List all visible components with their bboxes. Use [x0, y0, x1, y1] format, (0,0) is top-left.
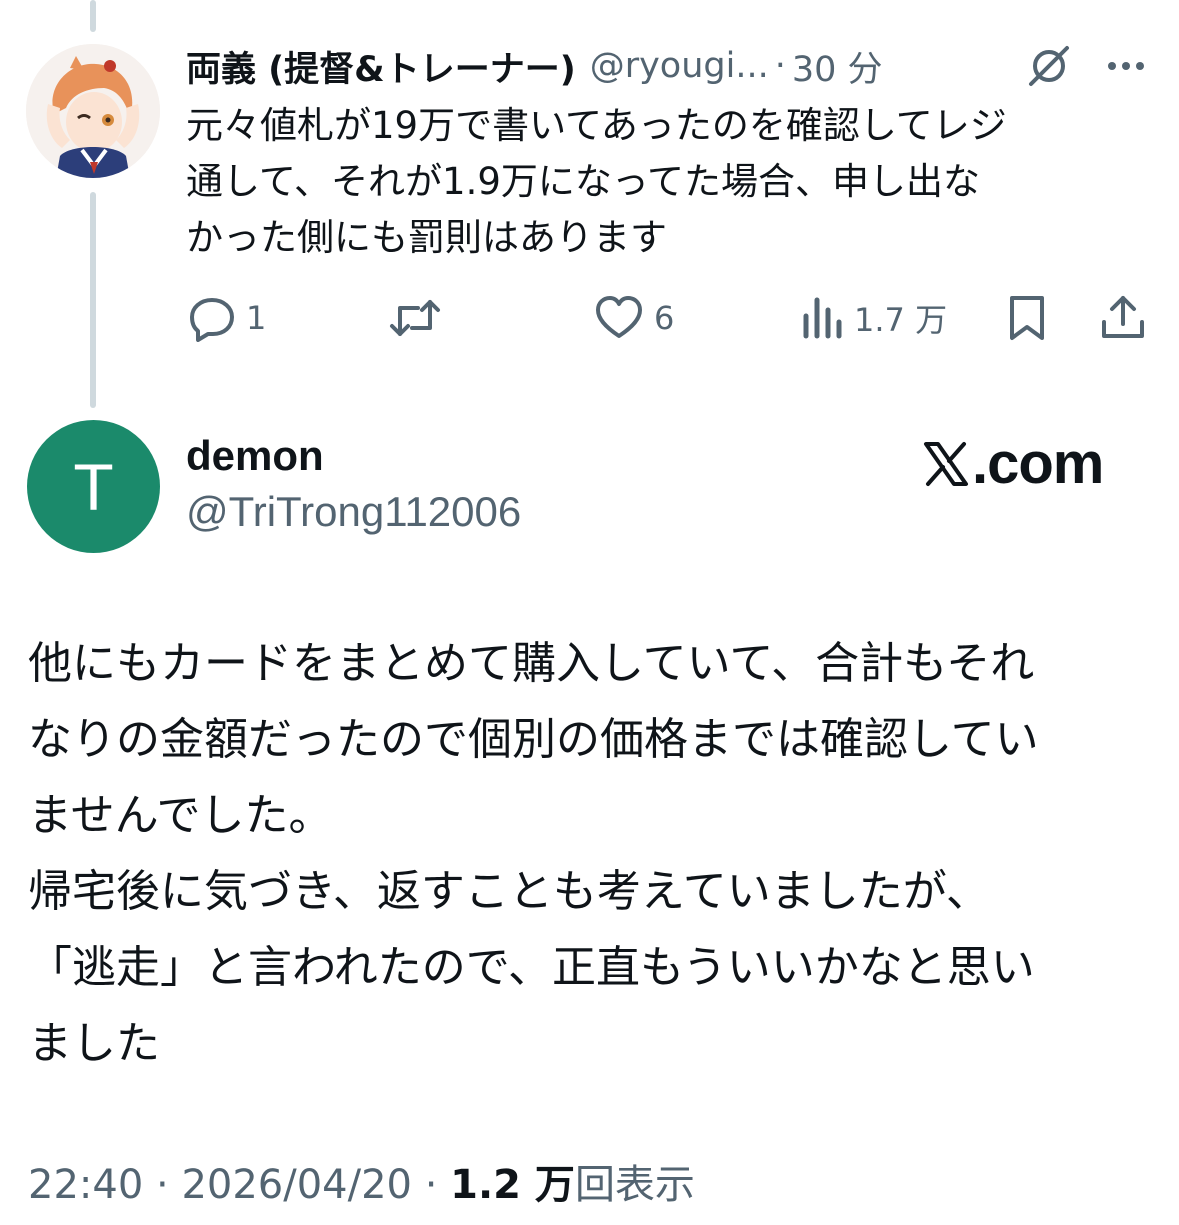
author-name[interactable]: 両義 (提督&トレーナー) — [186, 41, 576, 92]
like-count: 6 — [654, 299, 675, 337]
views-label: 回表示 — [574, 1162, 695, 1208]
tweet-text-line: 通して、それが1.9万になってた場合、申し出な — [186, 160, 981, 203]
x-com-watermark: .com — [922, 430, 1104, 497]
retweet-icon — [390, 300, 440, 336]
tweet-text-line: ませんでした。 — [28, 790, 333, 841]
thread-line-top — [90, 0, 96, 32]
like-icon — [596, 296, 642, 338]
reply-button[interactable]: 1 — [188, 292, 266, 344]
views-count[interactable]: 1.2 万 — [450, 1152, 575, 1210]
separator: · — [411, 1162, 451, 1208]
separator: · — [774, 46, 786, 86]
avatar[interactable] — [26, 44, 160, 178]
share-icon — [1102, 296, 1144, 338]
views-button[interactable]: 1.7 万 — [800, 292, 947, 344]
tweet-text-line: なりの金額だったので個別の価格までは確認してい — [28, 714, 1039, 765]
share-button[interactable] — [1100, 292, 1146, 344]
more-icon[interactable] — [1104, 52, 1148, 80]
tweet-text-line: 他にもカードをまとめて購入していて、合計もそれ — [28, 638, 1035, 689]
tweet-text: 他にもカードをまとめて購入していて、合計もそれ なりの金額だったので個別の価格ま… — [28, 626, 1158, 1082]
tweet-text-line: 「逃走」と言われたので、正直もういいかなと思い — [28, 942, 1035, 993]
grok-icon[interactable] — [1025, 42, 1073, 90]
tweet-time[interactable]: 30 分 — [792, 41, 883, 92]
tweet-text-line: 元々値札が19万で書いてあったのを確認してレジ — [186, 104, 1007, 147]
avatar[interactable]: T — [27, 420, 160, 553]
tweet-text-line: 帰宅後に気づき、返すことも考えていましたが、 — [28, 866, 990, 917]
tweet-header: 両義 (提督&トレーナー) @ryougi... · 30 分 — [186, 40, 1156, 92]
reply-count: 1 — [246, 299, 267, 337]
tweet-time[interactable]: 22:40 — [28, 1162, 143, 1208]
tweet-date[interactable]: 2026/04/20 — [181, 1162, 412, 1208]
author-name[interactable]: demon — [186, 432, 324, 480]
separator: · — [143, 1162, 182, 1208]
thread-line — [90, 192, 96, 408]
reply-icon — [190, 298, 234, 342]
author-handle[interactable]: @TriTrong112006 — [186, 488, 521, 536]
views-count: 1.7 万 — [854, 301, 948, 339]
retweet-button[interactable] — [388, 292, 452, 344]
avatar-letter: T — [73, 449, 114, 524]
like-button[interactable]: 6 — [594, 292, 674, 344]
author-handle[interactable]: @ryougi... — [590, 46, 769, 86]
tweet-text: 元々値札が19万で書いてあったのを確認してレジ 通して、それが1.9万になってた… — [186, 98, 1146, 266]
tweet-text-line: ました — [28, 1018, 160, 1069]
views-icon — [803, 297, 842, 339]
tweet-metadata: 22:40 · 2026/04/20 · 1.2 万 回表示 — [28, 1152, 695, 1210]
watermark-text: .com — [972, 431, 1104, 496]
x-logo-icon — [924, 441, 968, 486]
bookmark-button[interactable] — [1006, 292, 1048, 344]
bookmark-icon — [1010, 296, 1044, 340]
tweet-text-line: かった側にも罰則はあります — [186, 216, 667, 259]
